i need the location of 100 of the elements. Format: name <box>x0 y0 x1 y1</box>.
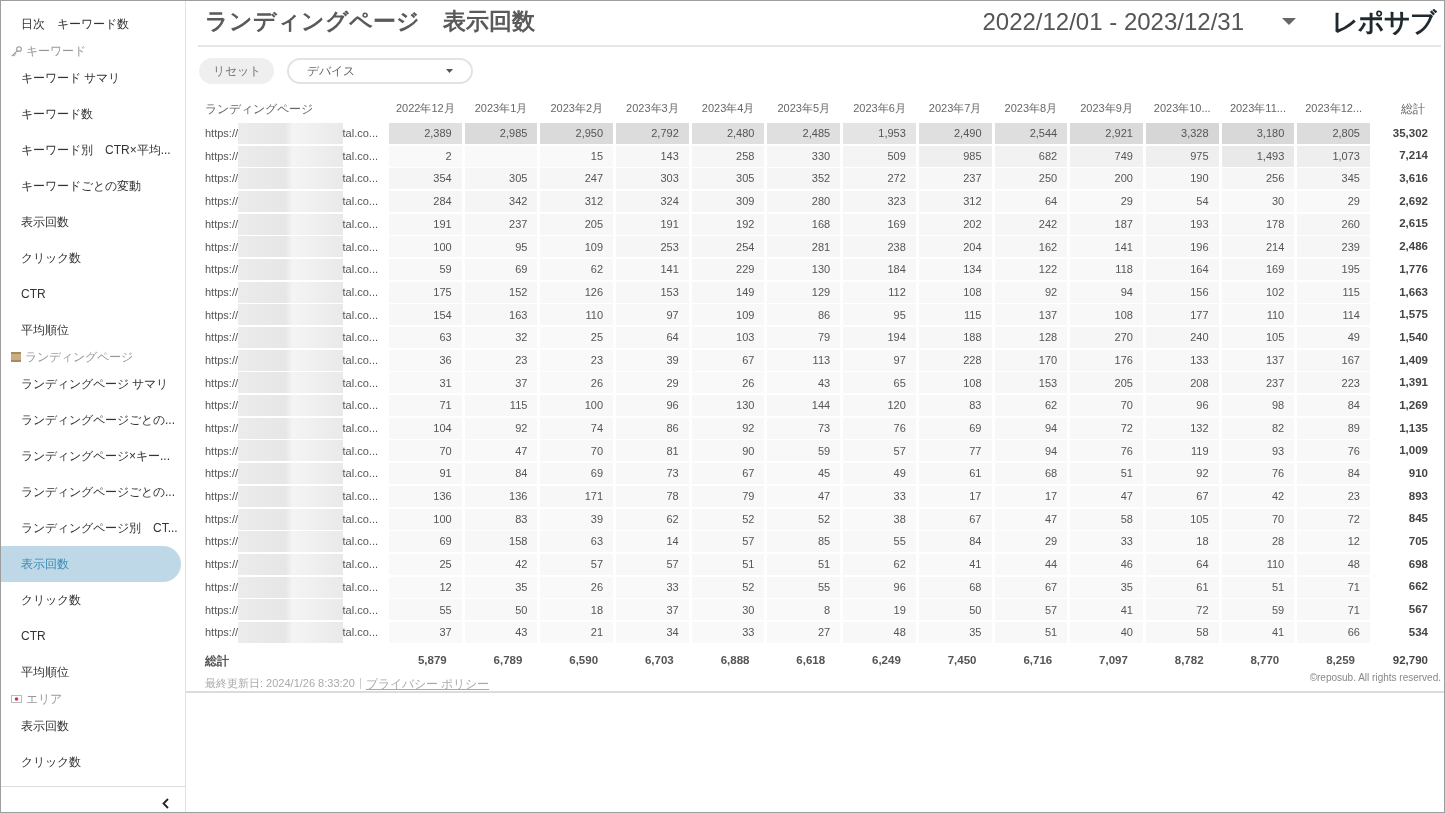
table-cell: 55 <box>843 531 916 553</box>
column-header[interactable]: 2023年3月 <box>616 103 689 115</box>
device-dropdown[interactable]: デバイス <box>287 57 473 84</box>
url-suffix: tal.co... <box>342 239 378 255</box>
column-header[interactable]: 総計 <box>1372 102 1435 115</box>
table-cell: 2,490 <box>918 122 992 144</box>
column-header[interactable]: 2023年10... <box>1145 103 1219 115</box>
column-header[interactable]: 2023年9月 <box>1070 103 1143 115</box>
row-total: 7,214 <box>1398 148 1429 164</box>
table-cell: 58 <box>1145 621 1219 643</box>
table-cell: 69 <box>918 417 992 439</box>
column-header[interactable]: 2023年2月 <box>540 103 614 115</box>
date-range-dropdown[interactable]: 2022/12/01 - 2023/12/31 <box>982 9 1296 34</box>
table-cell: 35 <box>1070 576 1143 598</box>
column-header[interactable]: 2023年6月 <box>843 103 916 115</box>
row-total: 1,269 <box>1398 397 1429 413</box>
nav-item[interactable]: クリック数 <box>1 744 181 780</box>
table-cell: 51 <box>691 553 765 575</box>
table-cell: 128 <box>994 327 1068 349</box>
url-suffix: tal.co... <box>342 511 378 527</box>
nav-item[interactable]: ランディングページ別 CT... <box>1 510 181 546</box>
column-total: 8,782 <box>1173 653 1205 669</box>
table-cell: 41 <box>918 553 992 575</box>
reset-button[interactable]: リセット <box>199 57 274 84</box>
table-cell: 237 <box>464 213 538 235</box>
nav-item[interactable]: 日次 キーワード数 <box>1 6 181 42</box>
table-cell: 100 <box>389 236 462 258</box>
table-cell: 2,921 <box>1070 122 1143 144</box>
column-header[interactable]: 2023年1月 <box>464 103 538 115</box>
table-cell: 136 <box>389 485 462 507</box>
nav-item[interactable]: クリック数 <box>1 240 181 276</box>
nav-item[interactable]: ランディングページごとの... <box>1 402 181 438</box>
table-cell: 37 <box>616 599 689 621</box>
section-header: ランディングページ <box>25 351 133 363</box>
nav-item[interactable]: ランディングページごとの... <box>1 474 181 510</box>
nav-item[interactable]: キーワード サマリ <box>1 60 181 96</box>
table-cell: 65 <box>843 372 916 394</box>
table-cell: 45 <box>767 463 841 485</box>
nav-item[interactable]: 平均順位 <box>1 312 181 348</box>
url-suffix: tal.co... <box>342 262 378 278</box>
table-cell: 29 <box>616 372 689 394</box>
table-cell: 92 <box>464 417 538 439</box>
column-header[interactable]: 2023年7月 <box>918 103 992 115</box>
nav-item[interactable]: 平均順位 <box>1 654 181 690</box>
column-header[interactable]: 2022年12月 <box>389 103 462 115</box>
column-header[interactable]: 2023年12... <box>1297 103 1370 115</box>
column-header[interactable]: ランディングページ <box>198 102 386 115</box>
table-cell: 41 <box>1070 599 1143 621</box>
table-cell: 33 <box>691 621 765 643</box>
table-cell: 70 <box>389 440 462 462</box>
row-total: 1,391 <box>1398 375 1429 391</box>
nav-item[interactable]: キーワード別 CTR×平均... <box>1 132 181 168</box>
table-cell: 237 <box>918 168 992 190</box>
nav-item[interactable]: キーワード数 <box>1 96 181 132</box>
table-cell: 57 <box>616 553 689 575</box>
nav-item[interactable]: CTR <box>1 618 181 654</box>
nav-item[interactable]: CTR <box>1 276 181 312</box>
column-header[interactable]: 2023年8月 <box>994 103 1068 115</box>
table-cell: 42 <box>464 553 538 575</box>
column-header[interactable]: 2023年11... <box>1221 103 1295 115</box>
table-cell: 44 <box>994 553 1068 575</box>
table-cell: 76 <box>1297 440 1370 462</box>
table-cell: 184 <box>843 258 916 280</box>
table-cell: 137 <box>1221 349 1295 371</box>
table-cell: 256 <box>1221 168 1295 190</box>
table-cell: 177 <box>1145 304 1219 326</box>
table-cell: 67 <box>691 349 765 371</box>
nav-item[interactable]: 表示回数 <box>1 708 181 744</box>
table-cell: 2,805 <box>1297 122 1370 144</box>
column-total: 8,259 <box>1325 653 1356 669</box>
table-cell: 92 <box>994 281 1068 303</box>
table-cell: 36 <box>389 349 462 371</box>
table-cell: 34 <box>616 621 689 643</box>
table-cell: 70 <box>540 440 614 462</box>
row-total: 2,486 <box>1398 239 1429 255</box>
nav-item[interactable]: ランディングページ×キー... <box>1 438 181 474</box>
collapse-sidebar-button[interactable] <box>160 797 170 810</box>
column-header[interactable]: 2023年4月 <box>691 103 765 115</box>
table-cell: 48 <box>1297 553 1370 575</box>
column-header[interactable]: 2023年5月 <box>767 103 841 115</box>
table-cell: 59 <box>767 440 841 462</box>
table-cell: 196 <box>1145 236 1219 258</box>
column-total: 6,789 <box>492 653 524 669</box>
url-suffix: tal.co... <box>342 466 378 482</box>
nav-item[interactable]: 表示回数 <box>1 204 181 240</box>
nav-item[interactable]: ランディングページ サマリ <box>1 366 181 402</box>
nav-item[interactable]: クリック数 <box>1 582 181 618</box>
table-cell: 62 <box>616 508 689 530</box>
table-cell: 105 <box>1221 327 1295 349</box>
table-cell: 77 <box>918 440 992 462</box>
table-cell: 281 <box>767 236 841 258</box>
nav-item[interactable]: キーワードごとの変動 <box>1 168 181 204</box>
table-cell: 162 <box>994 236 1068 258</box>
table-cell: 29 <box>1297 190 1370 212</box>
table-cell: 23 <box>464 349 538 371</box>
url-prefix: https:// <box>205 148 239 164</box>
column-total: 6,716 <box>1022 653 1054 669</box>
table-cell: 163 <box>464 304 538 326</box>
table-cell: 68 <box>918 576 992 598</box>
table-cell: 55 <box>389 599 462 621</box>
